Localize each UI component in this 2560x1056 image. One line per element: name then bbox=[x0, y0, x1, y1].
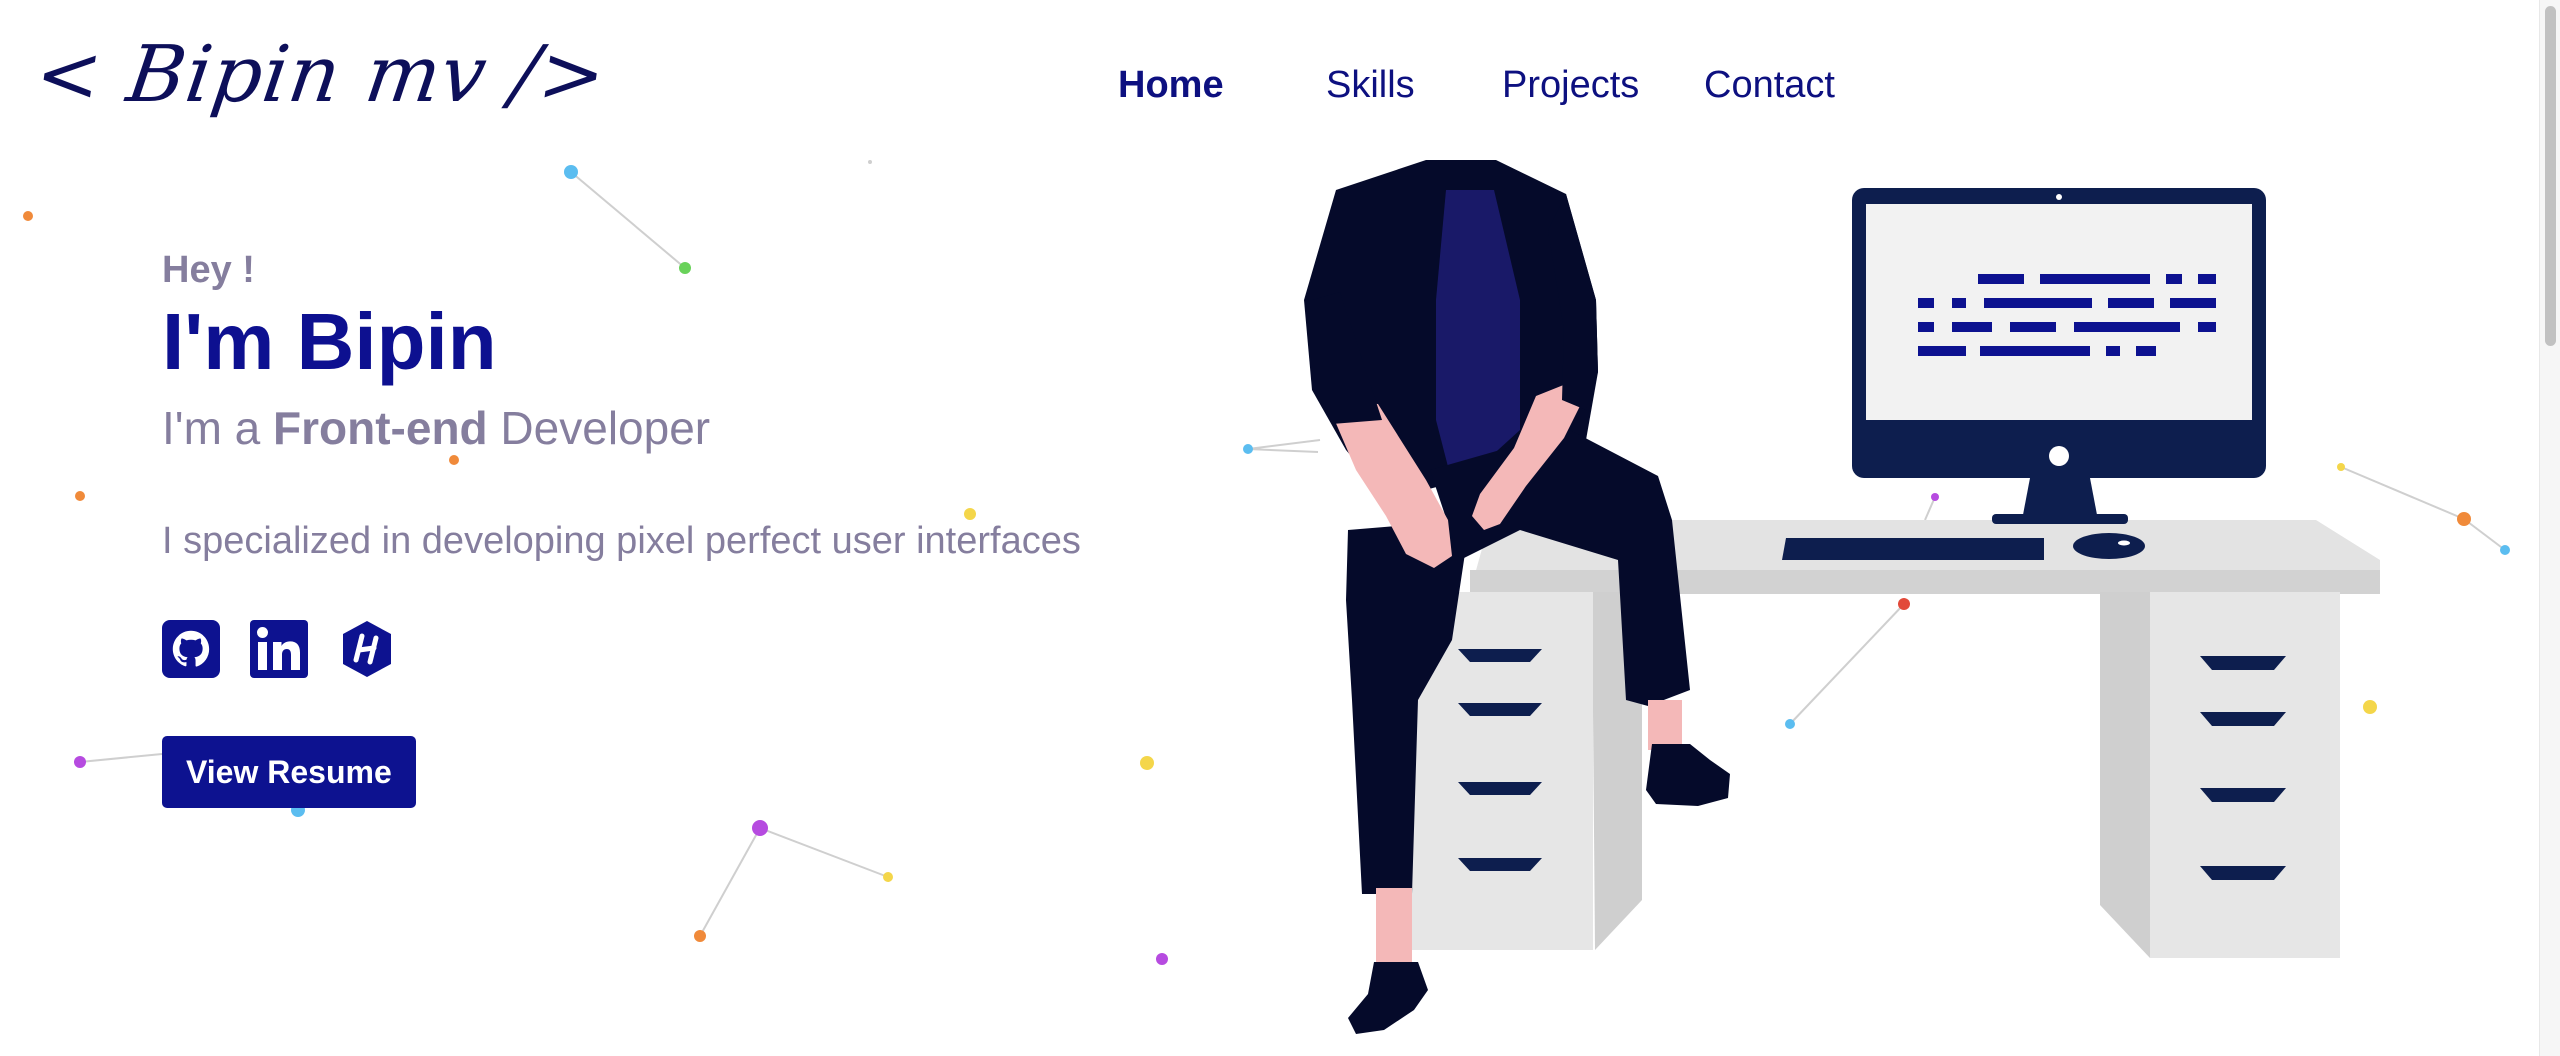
hero-intro: Hey ! I'm Bipin I'm a Front-end Develope… bbox=[162, 246, 1081, 808]
hero-description: I specialized in developing pixel perfec… bbox=[162, 520, 1081, 562]
view-resume-button[interactable]: View Resume bbox=[162, 736, 416, 808]
nav-link-projects[interactable]: Projects bbox=[1502, 64, 1639, 107]
nav-link-contact[interactable]: Contact bbox=[1704, 64, 1835, 107]
nav-link-home[interactable]: Home bbox=[1118, 64, 1224, 107]
hero-greeting: Hey ! bbox=[162, 249, 255, 291]
page: < Bipin mv /> Home Skills Projects Conta… bbox=[0, 0, 2560, 1056]
hero-name: I'm Bipin bbox=[162, 297, 497, 386]
developer-illustration bbox=[1304, 160, 2380, 1034]
role-highlight: Front-end bbox=[273, 402, 488, 454]
role-suffix: Developer bbox=[487, 402, 711, 454]
hero-role: I'm a Front-end Developer bbox=[162, 400, 1081, 456]
page-scrollbar[interactable] bbox=[2539, 0, 2560, 1056]
github-icon[interactable] bbox=[162, 620, 220, 678]
role-prefix: I'm a bbox=[162, 402, 274, 454]
nav-link-skills[interactable]: Skills bbox=[1326, 64, 1415, 107]
linkedin-icon[interactable] bbox=[250, 620, 308, 678]
site-logo[interactable]: < Bipin mv /> bbox=[30, 30, 612, 120]
hackerrank-icon[interactable] bbox=[338, 620, 396, 678]
scrollbar-thumb[interactable] bbox=[2545, 6, 2556, 346]
social-links bbox=[162, 620, 1081, 678]
